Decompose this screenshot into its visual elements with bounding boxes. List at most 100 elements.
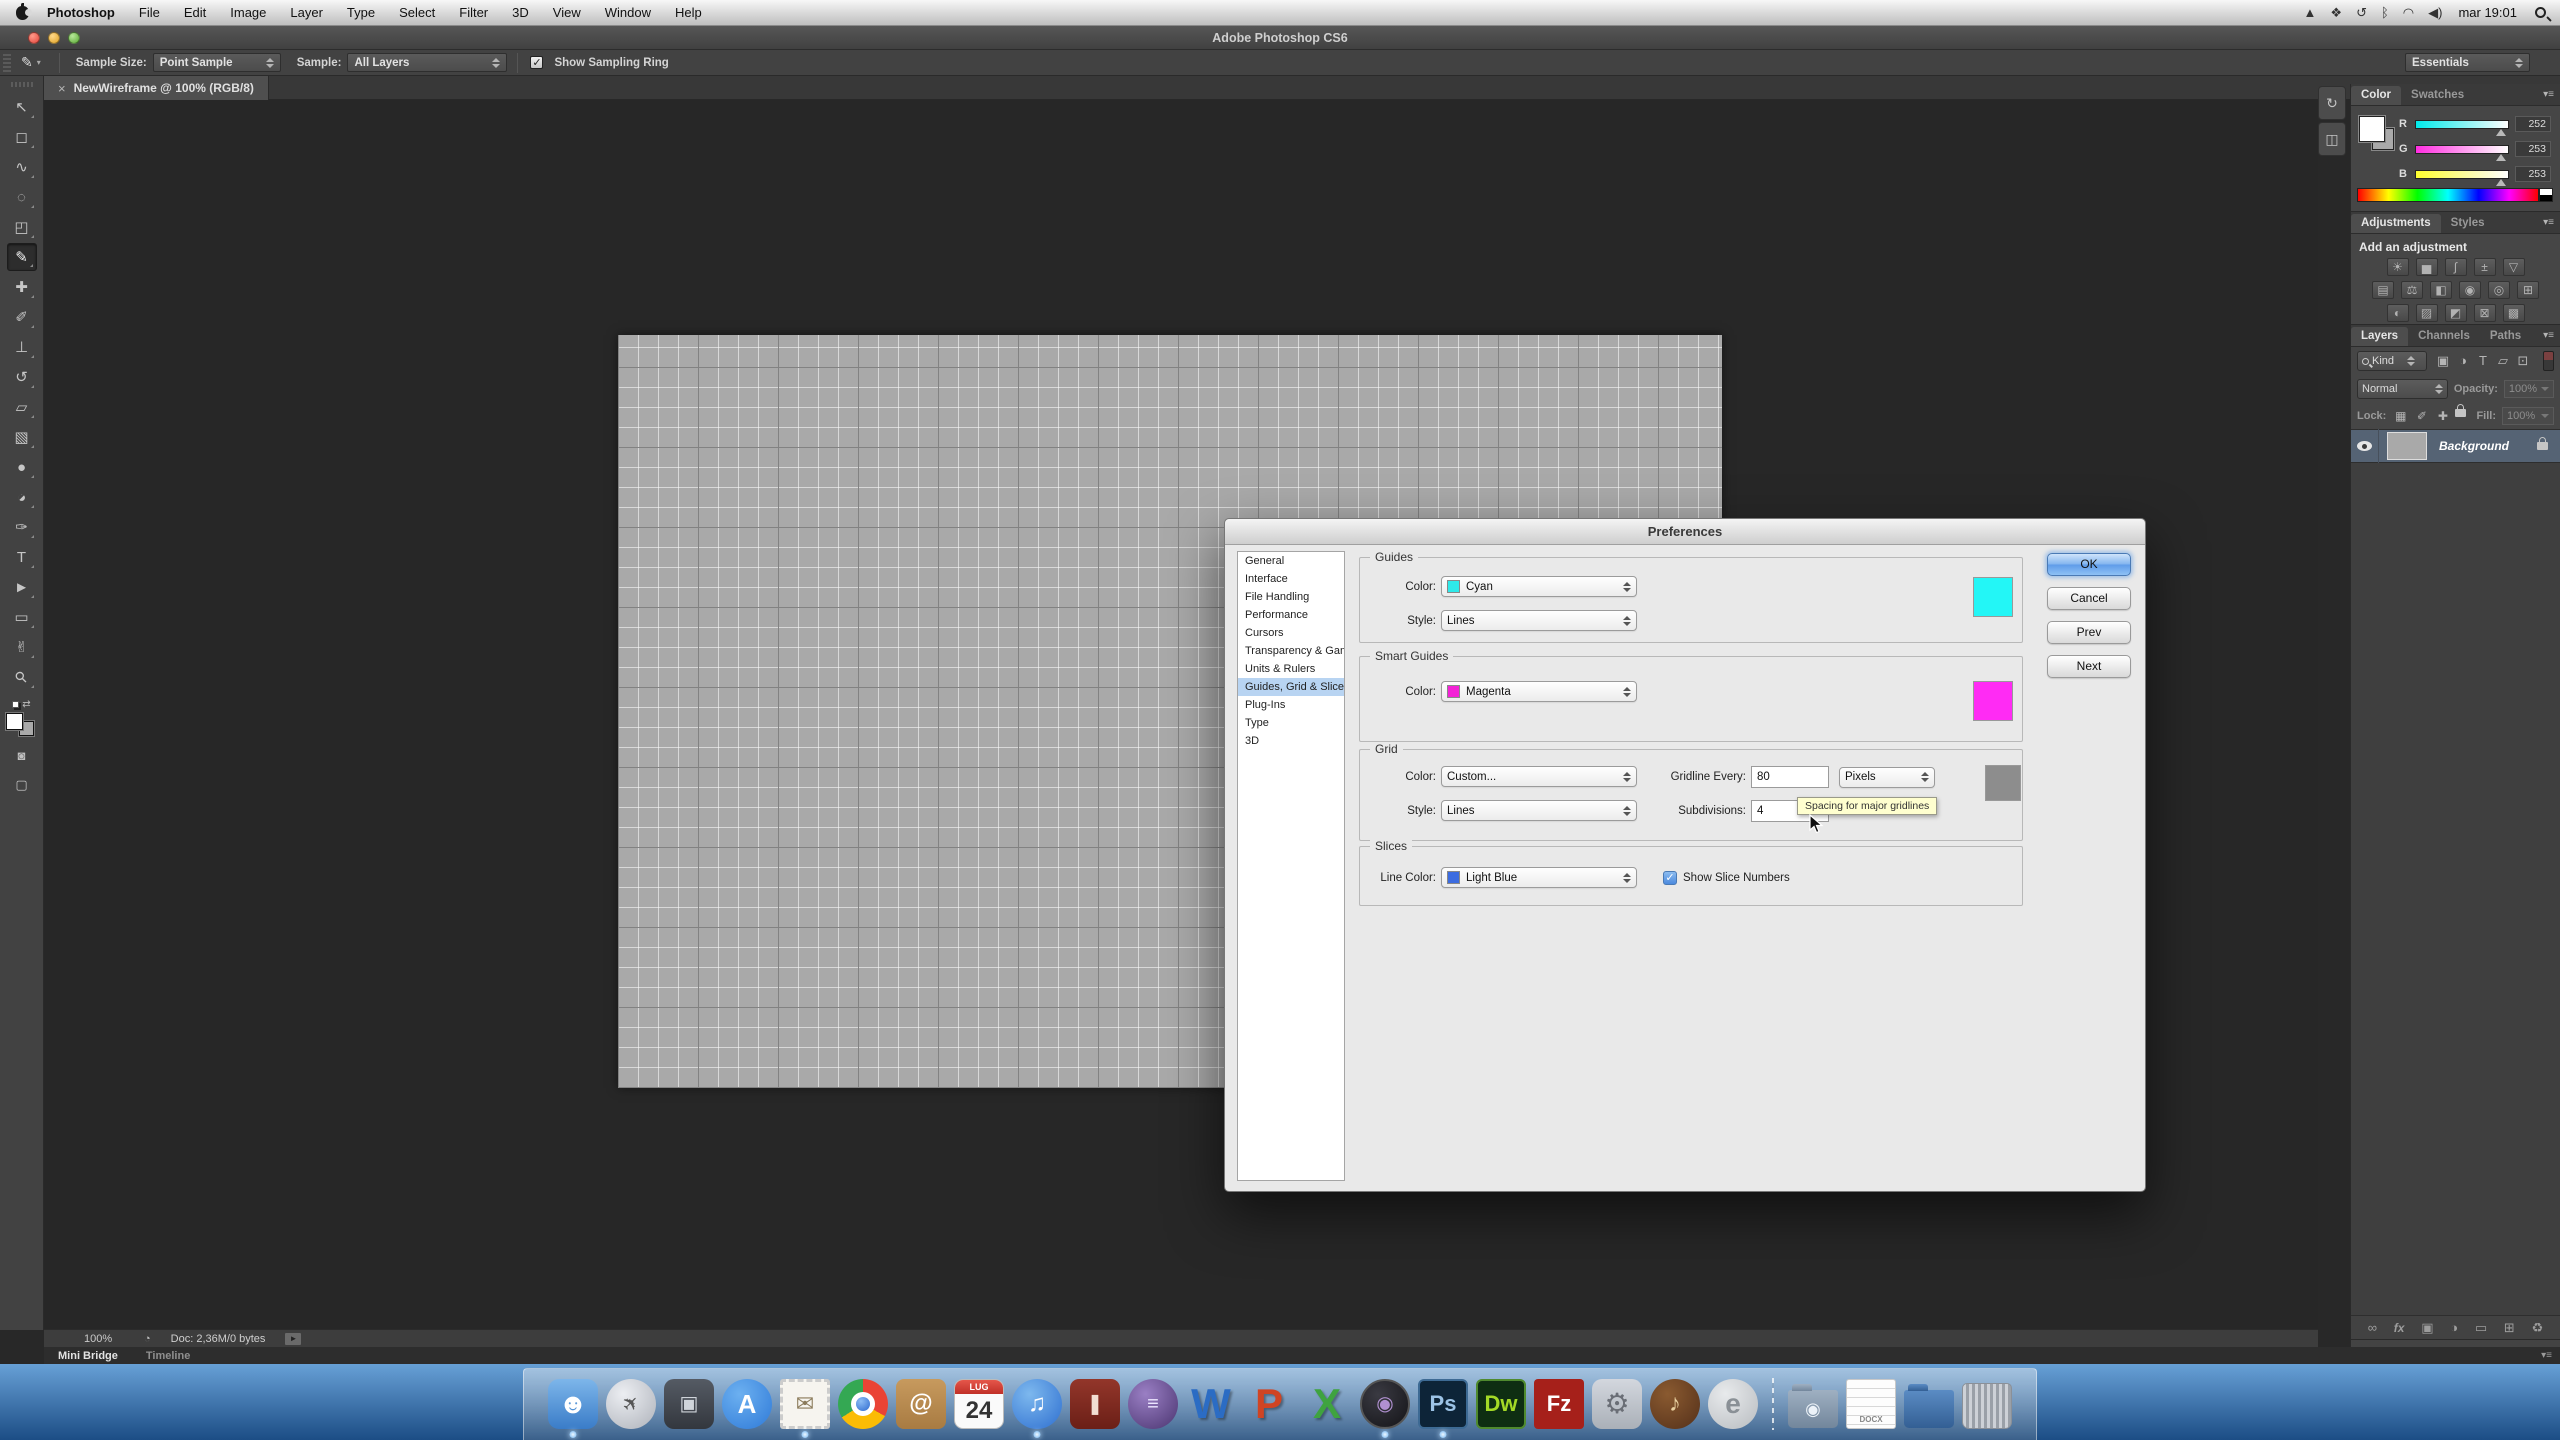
document-size-info[interactable]: Doc: 2,36M/0 bytes bbox=[171, 1333, 266, 1345]
green-slider[interactable] bbox=[2415, 145, 2509, 154]
move-tool[interactable]: ↖ bbox=[7, 93, 37, 121]
menu-file[interactable]: File bbox=[139, 5, 160, 20]
threshold-icon[interactable]: ◩ bbox=[2445, 304, 2467, 322]
type-layer-filter-icon[interactable]: T bbox=[2473, 353, 2493, 369]
blur-tool[interactable]: ● bbox=[7, 453, 37, 481]
pref-nav-guides-grid-slices[interactable]: Guides, Grid & Slices bbox=[1238, 678, 1344, 696]
slider-thumb-icon[interactable] bbox=[2496, 129, 2506, 136]
rectangle-tool[interactable]: ▭ bbox=[7, 603, 37, 631]
clone-stamp-tool[interactable]: ⊥ bbox=[7, 333, 37, 361]
new-layer-button[interactable]: ⊞ bbox=[2504, 1320, 2515, 1336]
black-white-icon[interactable]: ◧ bbox=[2430, 281, 2452, 299]
wifi-icon[interactable]: ◠ bbox=[2403, 5, 2414, 21]
selective-color-icon[interactable]: ⊠ bbox=[2474, 304, 2496, 322]
drive-icon[interactable]: ▲ bbox=[2304, 5, 2317, 21]
brightness-contrast-icon[interactable]: ☀ bbox=[2387, 258, 2409, 276]
path-selection-tool[interactable]: ► bbox=[7, 573, 37, 601]
color-balance-icon[interactable]: ⚖ bbox=[2401, 281, 2423, 299]
dock-powerpoint[interactable]: P bbox=[1242, 1376, 1296, 1432]
screen-mode-button[interactable]: ▢ bbox=[9, 774, 35, 796]
menu-filter[interactable]: Filter bbox=[459, 5, 488, 20]
dock-calendar[interactable]: LUG24 bbox=[952, 1376, 1006, 1432]
new-group-button[interactable]: ▭ bbox=[2475, 1320, 2487, 1336]
bottom-tab-timeline[interactable]: Timeline bbox=[132, 1350, 204, 1362]
color-tab-color[interactable]: Color bbox=[2351, 86, 2401, 105]
spotlight-icon[interactable] bbox=[2535, 7, 2546, 18]
history-brush-tool[interactable]: ↺ bbox=[7, 363, 37, 391]
hand-tool[interactable]: ✌ bbox=[7, 633, 37, 661]
curves-icon[interactable]: ∫ bbox=[2445, 258, 2467, 276]
add-layer-mask-button[interactable]: ▣ bbox=[2421, 1320, 2433, 1336]
lasso-tool[interactable]: ∿ bbox=[7, 153, 37, 181]
lock-position-icon[interactable]: ✚ bbox=[2434, 409, 2451, 423]
dock-downloads-folder[interactable] bbox=[1902, 1376, 1956, 1432]
menu-type[interactable]: Type bbox=[347, 5, 375, 20]
menu-image[interactable]: Image bbox=[230, 5, 266, 20]
pen-tool[interactable]: ✑ bbox=[7, 513, 37, 541]
slider-thumb-icon[interactable] bbox=[2496, 154, 2506, 161]
dock-system-preferences[interactable]: ⚙ bbox=[1590, 1376, 1644, 1432]
link-layers-button[interactable]: ∞ bbox=[2368, 1320, 2377, 1335]
status-clock-icon[interactable]: ◔ bbox=[144, 1333, 151, 1345]
grid-color-select[interactable]: Custom... bbox=[1441, 766, 1637, 787]
toolbox-grip[interactable] bbox=[11, 82, 33, 87]
pref-nav-general[interactable]: General bbox=[1238, 552, 1344, 570]
time-machine-icon[interactable]: ↺ bbox=[2356, 5, 2367, 21]
menu-window[interactable]: Window bbox=[605, 5, 651, 20]
show-slice-numbers-checkbox[interactable]: ✓ bbox=[1663, 871, 1677, 885]
dock-trash[interactable] bbox=[1960, 1376, 2014, 1432]
next-button[interactable]: Next bbox=[2047, 655, 2131, 678]
pref-nav-units-rulers[interactable]: Units & Rulers bbox=[1238, 660, 1344, 678]
lock-all-icon[interactable] bbox=[2455, 409, 2466, 417]
menu-view[interactable]: View bbox=[553, 5, 581, 20]
menu-help[interactable]: Help bbox=[675, 5, 702, 20]
layers-tab-paths[interactable]: Paths bbox=[2480, 327, 2531, 346]
channel-mixer-icon[interactable]: ◎ bbox=[2488, 281, 2510, 299]
quick-selection-tool[interactable]: ◌ bbox=[7, 183, 37, 211]
red-slider[interactable] bbox=[2415, 120, 2509, 129]
menu-3d[interactable]: 3D bbox=[512, 5, 529, 20]
dock-photoshop[interactable]: Ps bbox=[1416, 1376, 1470, 1432]
rectangular-marquee-tool[interactable]: ◻ bbox=[7, 123, 37, 151]
history-panel-button[interactable]: ↻ bbox=[2318, 86, 2346, 120]
dodge-tool[interactable]: ◒ bbox=[7, 483, 37, 511]
dock-photo-booth[interactable]: ❚ bbox=[1068, 1376, 1122, 1432]
dock-filezilla[interactable]: Fz bbox=[1532, 1376, 1586, 1432]
gradient-map-icon[interactable]: ▩ bbox=[2503, 304, 2525, 322]
dock-word[interactable]: W bbox=[1184, 1376, 1238, 1432]
slider-thumb-icon[interactable] bbox=[2496, 179, 2506, 186]
dock-chrome[interactable] bbox=[836, 1376, 890, 1432]
layer-visibility-cell[interactable] bbox=[2351, 429, 2379, 463]
shape-layer-filter-icon[interactable]: ▱ bbox=[2493, 353, 2513, 369]
pref-nav-file-handling[interactable]: File Handling bbox=[1238, 588, 1344, 606]
tool-preset-caret-icon[interactable]: ▾ bbox=[37, 58, 41, 67]
menu-photoshop[interactable]: Photoshop bbox=[47, 5, 115, 20]
gridline-unit-select[interactable]: Pixels bbox=[1839, 767, 1935, 788]
exposure-icon[interactable]: ± bbox=[2474, 258, 2496, 276]
layer-filter-toggle[interactable] bbox=[2543, 351, 2554, 371]
color-spectrum-ramp[interactable] bbox=[2357, 188, 2539, 202]
panel-menu-icon[interactable]: ▾≡ bbox=[2541, 1350, 2552, 1361]
dock-itunes[interactable]: ♫ bbox=[1010, 1376, 1064, 1432]
layer-thumbnail[interactable] bbox=[2387, 432, 2427, 460]
slice-line-color-select[interactable]: Light Blue bbox=[1441, 867, 1637, 888]
delete-layer-button[interactable]: ♻ bbox=[2532, 1320, 2544, 1336]
dropbox-icon[interactable]: ❖ bbox=[2330, 5, 2342, 21]
layers-tab-layers[interactable]: Layers bbox=[2351, 327, 2408, 346]
levels-icon[interactable]: ▅ bbox=[2416, 258, 2438, 276]
menu-layer[interactable]: Layer bbox=[290, 5, 323, 20]
color-lookup-icon[interactable]: ⊞ bbox=[2517, 281, 2539, 299]
blue-value[interactable]: 253 bbox=[2515, 166, 2551, 182]
dock-aperture[interactable]: ◉ bbox=[1358, 1376, 1412, 1432]
healing-brush-tool[interactable]: ✚ bbox=[7, 273, 37, 301]
swap-colors-icon[interactable]: ⇄ bbox=[22, 699, 30, 710]
red-value[interactable]: 252 bbox=[2515, 116, 2551, 132]
foreground-color-swatch[interactable] bbox=[6, 713, 23, 730]
panel-menu-icon[interactable]: ▾≡ bbox=[2543, 89, 2554, 100]
properties-panel-button[interactable]: ◫ bbox=[2318, 122, 2346, 156]
dock-finder[interactable]: ☻ bbox=[546, 1376, 600, 1432]
pref-nav-transparency-gamut[interactable]: Transparency & Gamut bbox=[1238, 642, 1344, 660]
dock-mission-control[interactable]: ▣ bbox=[662, 1376, 716, 1432]
sample-select[interactable]: All Layers bbox=[347, 53, 507, 72]
status-menu-arrow-icon[interactable]: ► bbox=[285, 1333, 301, 1345]
